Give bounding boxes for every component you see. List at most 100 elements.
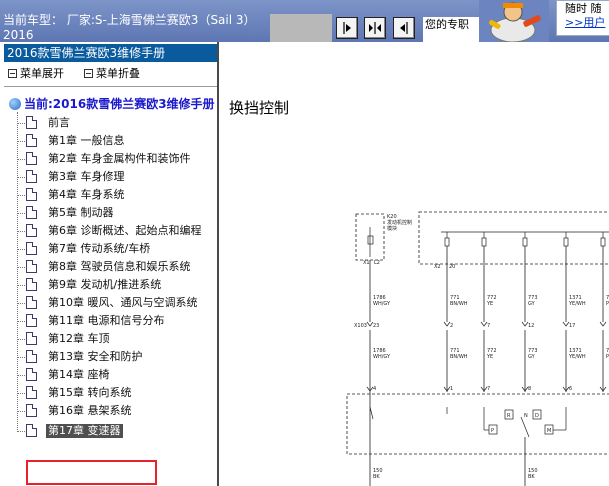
user-link[interactable]: >>用户 [565, 16, 609, 30]
tree-item-chapter-6[interactable]: 第6章 诊断概述、起始点和编程 [17, 222, 217, 240]
ground-wire-color: BK [373, 474, 380, 480]
arrow-left-icon [400, 22, 408, 34]
tree-branch [17, 213, 25, 214]
manual-sidebar: 2016款雪佛兰赛欧3维修手册 菜单展开 菜单折叠 当前:2016款雪佛兰赛欧3… [0, 42, 219, 486]
wire-color-label: YE [486, 301, 493, 307]
toolbar-background [270, 14, 332, 42]
double-arrow-icon [369, 22, 381, 34]
wire-color-label: YE [486, 354, 493, 360]
page-icon [26, 296, 37, 309]
assistant-banner: 您的专职 [423, 17, 479, 42]
tree-item-label: 第15章 转向系统 [48, 386, 132, 399]
tree-branch [17, 411, 25, 412]
tree-item-chapter-17[interactable]: 第17章 变速器 [17, 422, 217, 440]
module-suffix-label: 模块 [387, 225, 397, 232]
tree-item-chapter-8[interactable]: 第8章 驾驶员信息和娱乐系统 [17, 258, 217, 276]
switch-letter-p: P [491, 428, 494, 434]
tree-item-chapter-16[interactable]: 第16章 悬架系统 [17, 402, 217, 420]
switch-letter-r: R [507, 413, 511, 419]
tree-item-chapter-9[interactable]: 第9章 发动机/推进系统 [17, 276, 217, 294]
wire-color-label: GY [528, 354, 536, 360]
page-icon [26, 242, 37, 255]
tree-item-label: 第8章 驾驶员信息和娱乐系统 [48, 260, 191, 273]
tree-item-chapter-13[interactable]: 第13章 安全和防护 [17, 348, 217, 366]
sidebar-divider [4, 86, 217, 87]
expand-box-icon [8, 69, 17, 78]
current-vehicle-label: 当前车型： 厂家:S-上海雪佛兰赛欧3（Sail 3） [3, 13, 256, 27]
tree-item-chapter-5[interactable]: 第5章 制动器 [17, 204, 217, 222]
tree-item-chapter-12[interactable]: 第12章 车顶 [17, 330, 217, 348]
promo-text: 随时 随 [565, 2, 602, 15]
menu-collapse-button[interactable]: 菜单折叠 [84, 67, 140, 81]
page-icon [26, 350, 37, 363]
wire-pin-label: 7 [487, 386, 490, 392]
manual-content: 换挡控制 K20 发动机控制 模块 X1 L2 X2 20 X103 1786 … [221, 42, 609, 486]
tree-item-label: 第14章 座椅 [48, 368, 110, 381]
tree-branch [17, 303, 25, 304]
tree-branch [17, 285, 25, 286]
current-manual-label: 当前:2016款雪佛兰赛欧3维修手册 [24, 97, 215, 111]
tree-item-label: 第3章 车身修理 [48, 170, 125, 183]
wire-color-label: WH/GY [373, 301, 391, 307]
wire-pin-label: 2 [450, 323, 453, 329]
wire-color-label: BN/WH [450, 354, 468, 360]
tree-branch [17, 123, 25, 124]
tree-item-label: 第7章 传动系统/车桥 [48, 242, 151, 255]
globe-icon [9, 98, 21, 110]
current-manual-node[interactable]: 当前:2016款雪佛兰赛欧3维修手册 [9, 96, 215, 112]
tree-item-chapter-4[interactable]: 第4章 车身系统 [17, 186, 217, 204]
current-vehicle-year: 2016 [3, 28, 34, 42]
page-icon [26, 116, 37, 129]
assistant-text: 您的专职 [425, 18, 469, 31]
wire-harness [369, 246, 604, 486]
wire-pin-label: 1 [450, 386, 453, 392]
tree-branch [17, 231, 25, 232]
tree-item-label: 前言 [48, 116, 70, 129]
range-switch-contacts [369, 406, 567, 438]
tree-item-chapter-1[interactable]: 第1章 一般信息 [17, 132, 217, 150]
tree-item-chapter-10[interactable]: 第10章 暖风、通风与空调系统 [17, 294, 217, 312]
tree-item-chapter-3[interactable]: 第3章 车身修理 [17, 168, 217, 186]
next-page-button[interactable] [336, 17, 358, 39]
tree-branch [17, 431, 25, 432]
tree-item-label: 第16章 悬架系统 [48, 404, 132, 417]
tree-item-chapter-15[interactable]: 第15章 转向系统 [17, 384, 217, 402]
range-switch-box [346, 393, 609, 455]
pin-20-label: 20 [449, 264, 455, 270]
page-icon [26, 224, 37, 237]
tree-item-preface[interactable]: 前言 [17, 114, 217, 132]
menu-collapse-label: 菜单折叠 [96, 67, 140, 80]
wire-color-label: WH/GY [373, 354, 391, 360]
arrow-right-icon [343, 22, 351, 34]
tree-branch [17, 177, 25, 178]
tree-item-label: 第6章 诊断概述、起始点和编程 [48, 224, 202, 237]
page-icon [26, 368, 37, 381]
wire-pin-label: 8 [528, 386, 531, 392]
connector-x2-label: X2 [434, 264, 441, 270]
tree-item-chapter-14[interactable]: 第14章 座椅 [17, 366, 217, 384]
tree-branch [17, 357, 25, 358]
wire-color-label: GY [528, 301, 536, 307]
tree-item-label: 第1章 一般信息 [48, 134, 125, 147]
page-icon [26, 188, 37, 201]
manual-title: 2016款雪佛兰赛欧3维修手册 [4, 44, 217, 62]
wire-pin-label: 7 [487, 323, 490, 329]
selection-highlight-box [26, 460, 157, 485]
page-icon [26, 278, 37, 291]
wiring-diagram: K20 发动机控制 模块 X1 L2 X2 20 X103 1786 WH/GY… [346, 211, 609, 486]
tree-item-label: 第12章 车顶 [48, 332, 110, 345]
tree-item-chapter-7[interactable]: 第7章 传动系统/车桥 [17, 240, 217, 258]
page-icon [26, 404, 37, 417]
expand-both-button[interactable] [364, 17, 386, 39]
tree-item-label: 第4章 车身系统 [48, 188, 125, 201]
previous-page-button[interactable] [393, 17, 415, 39]
tree-branch [17, 249, 25, 250]
wire-pin-label: 4 [373, 386, 376, 392]
tree-item-chapter-11[interactable]: 第11章 电源和信号分布 [17, 312, 217, 330]
switch-letter-n: N [524, 413, 528, 419]
collapse-box-icon [84, 69, 93, 78]
tree-item-chapter-2[interactable]: 第2章 车身金属构件和装饰件 [17, 150, 217, 168]
page-icon [26, 260, 37, 273]
tree-branch [17, 195, 25, 196]
menu-expand-button[interactable]: 菜单展开 [8, 67, 64, 81]
